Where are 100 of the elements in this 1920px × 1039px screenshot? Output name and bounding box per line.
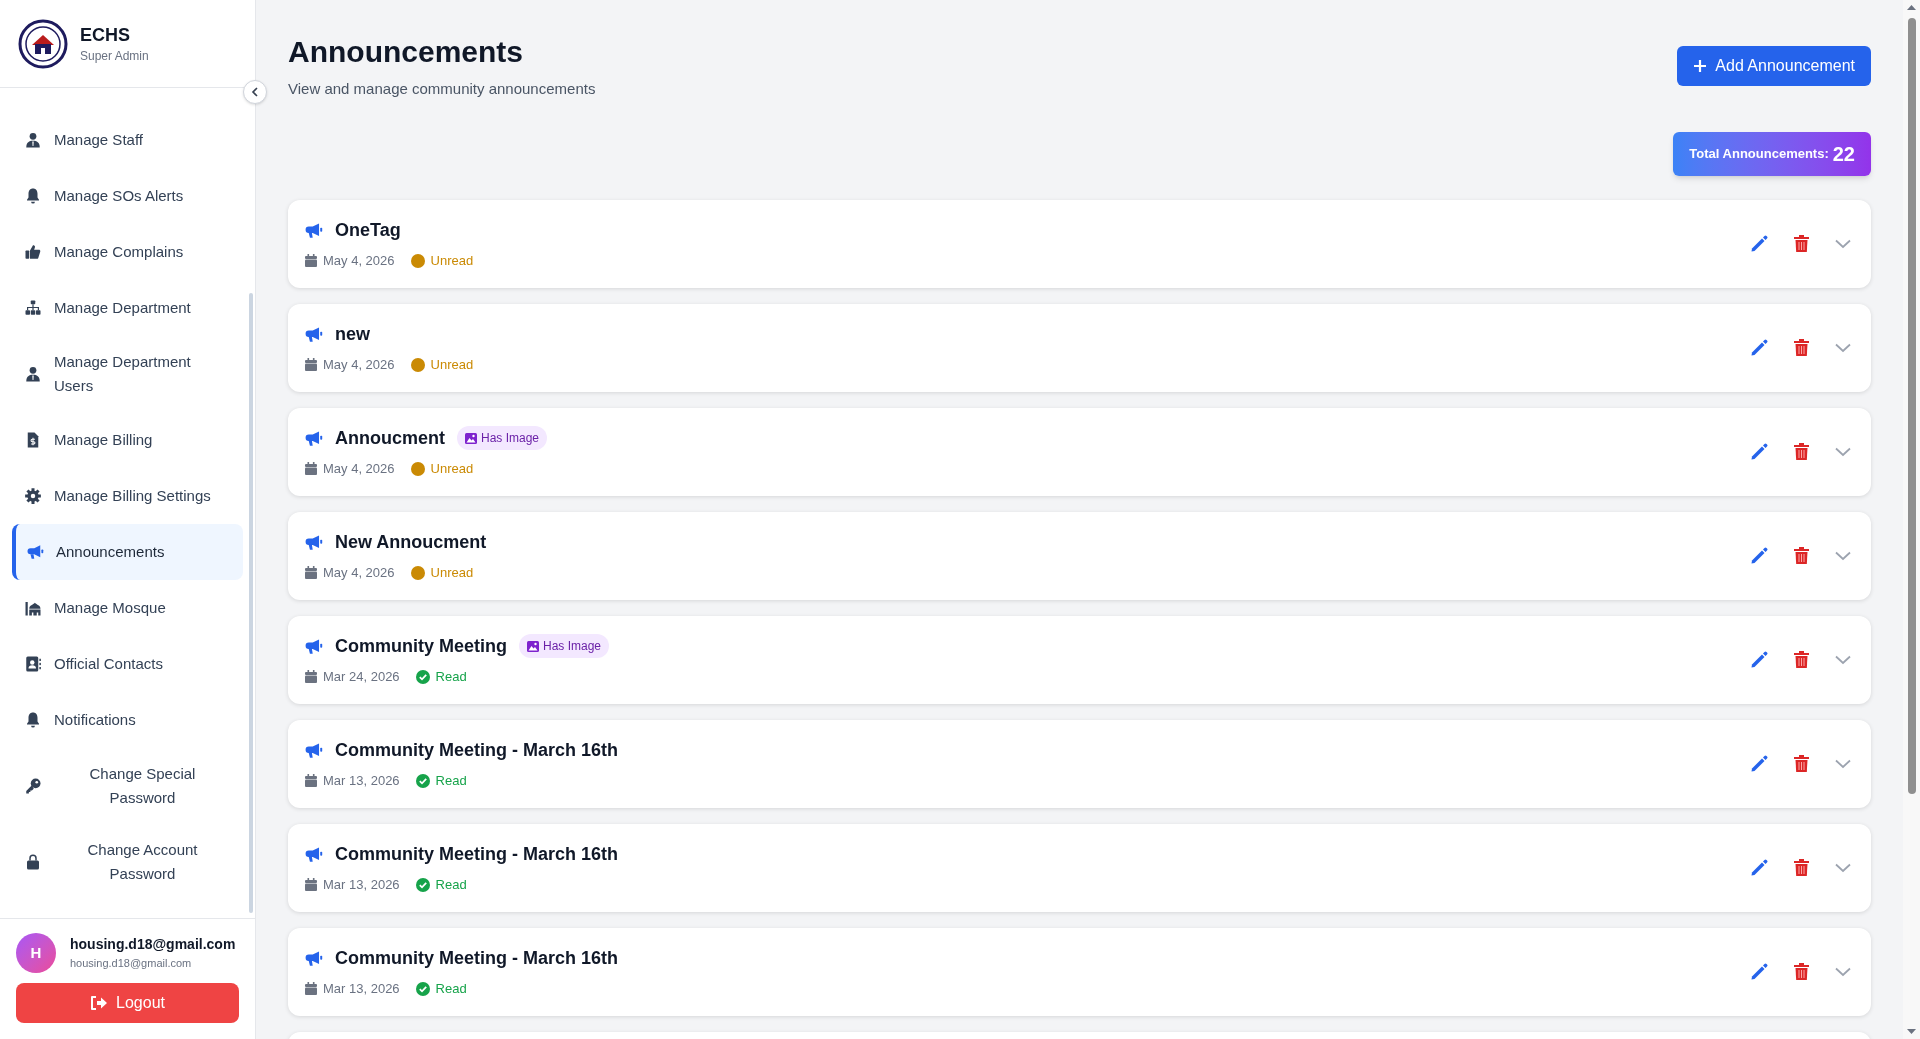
person-icon <box>24 365 42 383</box>
sitemap-icon <box>24 299 42 317</box>
read-status: Unread <box>430 251 474 270</box>
sidebar-item[interactable]: Manage Billing <box>12 412 243 468</box>
delete-icon[interactable] <box>1794 963 1809 980</box>
announcement-card[interactable]: Community Meeting Has Image Mar 24, 2026 Read <box>288 615 1871 704</box>
announcement-card[interactable]: Community Meeting - March 16th Mar 13, 2026 Read <box>288 927 1871 1016</box>
delete-icon[interactable] <box>1794 755 1809 772</box>
edit-icon[interactable] <box>1750 858 1768 877</box>
user-role: Super Admin <box>80 47 149 65</box>
scrollbar[interactable] <box>1903 0 1920 1039</box>
announcement-title: new <box>335 322 370 346</box>
sidebar-item[interactable]: Announcements <box>12 524 243 580</box>
sidebar-item[interactable]: Manage Staff <box>12 112 243 168</box>
user-name: housing.d18@gmail.com <box>70 935 236 955</box>
read-status: Unread <box>430 459 474 478</box>
scroll-up-icon[interactable] <box>1907 5 1916 10</box>
chevron-down-icon[interactable] <box>1835 550 1851 561</box>
brand-name: ECHS <box>80 23 131 47</box>
read-status: Read <box>435 771 467 790</box>
total-count-badge: Total Announcements: 22 <box>1673 131 1871 176</box>
announcement-date: Mar 13, 2026 <box>323 979 400 998</box>
announcement-card[interactable]: OneTag May 4, 2026 Unread <box>288 199 1871 288</box>
edit-icon[interactable] <box>1750 442 1768 461</box>
image-icon <box>465 432 477 444</box>
key-icon <box>24 777 42 795</box>
chevron-down-icon[interactable] <box>1835 966 1851 977</box>
chevron-down-icon[interactable] <box>1835 446 1851 457</box>
delete-icon[interactable] <box>1794 547 1809 564</box>
chevron-down-icon[interactable] <box>1835 758 1851 769</box>
sidebar-item[interactable]: Manage SOs Alerts <box>12 168 243 224</box>
delete-icon[interactable] <box>1794 651 1809 668</box>
sidebar-item[interactable]: Manage Billing Settings <box>12 468 243 524</box>
lock-icon <box>24 853 42 871</box>
chevron-down-icon[interactable] <box>1835 238 1851 249</box>
calendar-icon <box>305 462 317 475</box>
read-status: Read <box>435 667 467 686</box>
delete-icon[interactable] <box>1794 443 1809 460</box>
chevron-down-icon[interactable] <box>1835 862 1851 873</box>
user-email: housing.d18@gmail.com <box>70 956 193 972</box>
edit-icon[interactable] <box>1750 962 1768 981</box>
edit-icon[interactable] <box>1750 338 1768 357</box>
collapse-button[interactable] <box>243 80 267 104</box>
sidebar-item[interactable]: Manage Department <box>12 280 243 336</box>
edit-icon[interactable] <box>1750 650 1768 669</box>
announcement-card[interactable]: Community Meeting - March 16th Mar 13, 2026 Read <box>288 719 1871 808</box>
delete-icon[interactable] <box>1794 339 1809 356</box>
logout-icon <box>90 995 109 1011</box>
announcement-date: May 4, 2026 <box>323 459 395 478</box>
calendar-icon <box>305 774 317 787</box>
chevron-down-icon[interactable] <box>1835 342 1851 353</box>
announcement-title: Community Meeting - March 16th <box>335 738 619 762</box>
page-subtitle: View and manage community announcements <box>288 79 596 99</box>
logout-button[interactable]: Logout <box>16 983 239 1023</box>
bell-icon <box>24 187 42 205</box>
bell-icon <box>24 711 42 729</box>
megaphone-icon <box>26 543 44 561</box>
read-status: Unread <box>430 355 474 374</box>
announcement-card[interactable]: Annoucment Has Image May 4, 2026 Unread <box>288 407 1871 496</box>
announcement-card[interactable]: Community Meeting - March 16th Mar 13, 2026 Read <box>288 823 1871 912</box>
calendar-icon <box>305 358 317 371</box>
chevron-down-icon[interactable] <box>1835 654 1851 665</box>
announcement-date: Mar 24, 2026 <box>323 667 400 686</box>
edit-icon[interactable] <box>1750 546 1768 565</box>
calendar-icon <box>305 254 317 267</box>
sidebar-item[interactable]: Notifications <box>12 692 243 748</box>
image-tag: Has Image <box>457 426 548 451</box>
image-tag: Has Image <box>519 634 610 659</box>
announcement-card[interactable]: New Annoucment May 4, 2026 Unread <box>288 511 1871 600</box>
edit-icon[interactable] <box>1750 234 1768 253</box>
announcement-card[interactable]: new May 4, 2026 Unread <box>288 303 1871 392</box>
sidebar-item[interactable]: Change Account Password <box>12 824 243 900</box>
announcement-title: OneTag <box>335 218 401 242</box>
sidebar-item[interactable]: Manage Complains <box>12 224 243 280</box>
announcement-title: Community Meeting <box>335 634 507 658</box>
chevron-left-icon <box>249 86 261 98</box>
image-icon <box>527 640 539 652</box>
sidebar-item[interactable]: Manage Mosque <box>12 580 243 636</box>
announcement-date: May 4, 2026 <box>323 355 395 374</box>
delete-icon[interactable] <box>1794 235 1809 252</box>
scrollbar[interactable] <box>249 293 253 913</box>
sidebar-item[interactable]: Change Special Password <box>12 748 243 824</box>
gear-icon <box>24 487 42 505</box>
announcement-title: Community Meeting - March 16th <box>335 946 619 970</box>
mosque-icon <box>24 599 42 617</box>
edit-icon[interactable] <box>1750 754 1768 773</box>
announcement-date: May 4, 2026 <box>323 563 395 582</box>
calendar-icon <box>305 982 317 995</box>
sidebar-item[interactable]: Official Contacts <box>12 636 243 692</box>
avatar: H <box>16 933 56 973</box>
calendar-icon <box>305 566 317 579</box>
read-status: Read <box>435 979 467 998</box>
announcement-title: Community Meeting - March 16th <box>335 842 619 866</box>
read-status: Unread <box>430 563 474 582</box>
page-title: Announcements <box>288 34 525 70</box>
read-status: Read <box>435 875 467 894</box>
add-announcement-button[interactable]: Add Announcement <box>1677 46 1871 86</box>
delete-icon[interactable] <box>1794 859 1809 876</box>
sidebar-item[interactable]: Manage Department Users <box>12 336 243 412</box>
scroll-down-icon[interactable] <box>1907 1029 1916 1034</box>
